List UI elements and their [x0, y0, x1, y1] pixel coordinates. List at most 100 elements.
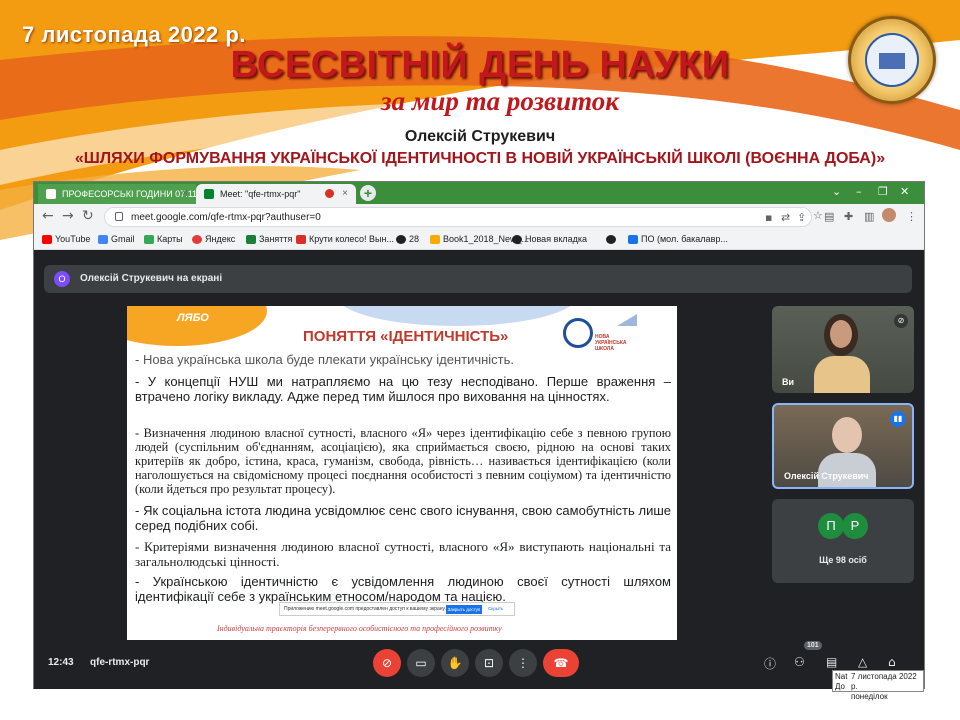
bookmark-28[interactable]: 28 — [396, 234, 419, 244]
more-participants-tile[interactable]: П Р Ще 98 осіб — [772, 499, 914, 583]
reading-list-icon[interactable]: ▤ — [824, 210, 834, 223]
slide-text-line: - Критеріями визначення людиною власної … — [135, 539, 671, 569]
reload-icon[interactable]: ↻ — [82, 208, 94, 224]
side-panel-icon[interactable]: ▥ — [864, 210, 874, 223]
close-icon[interactable]: × — [342, 188, 348, 199]
globe-icon — [512, 235, 522, 244]
back-icon[interactable]: ← — [42, 208, 54, 224]
meeting-code: qfe-rtmx-pqr — [90, 657, 150, 668]
meet-area: О Олексій Струкевич на екрані ЛЯБО ПОНЯТ… — [34, 251, 924, 689]
tab-label: Meet: "qfe-rtmx-pqr" — [220, 189, 301, 199]
meeting-clock: 12:43 — [48, 657, 74, 668]
participant-face — [830, 320, 852, 348]
host-controls-icon[interactable]: ⌂ — [888, 655, 896, 669]
participant-avatar: П — [818, 513, 844, 539]
bookmark-classes[interactable]: Заняття — [246, 234, 292, 244]
new-tab-button[interactable]: + — [360, 185, 376, 201]
slide-title: ВСЕСВІТНІЙ ДЕНЬ НАУКИ — [230, 44, 730, 86]
participant-avatar: Р — [842, 513, 868, 539]
drive-icon — [628, 235, 638, 244]
paper-plane-icon — [617, 314, 637, 326]
participant-name: Олексій Струкевич — [784, 471, 869, 481]
chat-icon[interactable]: ▤ — [826, 655, 837, 669]
activities-icon[interactable]: △ — [858, 655, 867, 669]
participant-tile-self[interactable]: ⊘ Ви — [772, 306, 914, 393]
bookmark-new-tab[interactable]: Новая вкладка — [512, 234, 587, 244]
participant-name: Ви — [782, 377, 795, 387]
camera-icon: ▭ — [415, 656, 427, 670]
more-icon: ⋮ — [517, 656, 529, 670]
file-icon — [430, 235, 440, 244]
participant-tile-presenter[interactable]: ▮▮ Олексій Струкевич — [772, 403, 914, 489]
slide-text-line: - Як соціальна істота людина усвідомлює … — [135, 503, 671, 533]
building-icon — [879, 53, 905, 69]
school-logo: ЛЯБО — [177, 312, 209, 324]
bookmarks-bar: YouTube Gmail Карты Яндекс Заняття Крути… — [34, 230, 924, 250]
shared-slide-heading: ПОНЯТТЯ «ІДЕНТИЧНІСТЬ» — [303, 328, 509, 345]
present-button[interactable]: ⊡ — [475, 649, 503, 677]
slide-text-line: - Визначення людиною власної сутності, в… — [135, 426, 671, 496]
google-icon — [98, 235, 108, 244]
speaking-icon: ▮▮ — [890, 411, 906, 427]
meet-icon — [204, 189, 214, 199]
star-icon[interactable]: ☆ — [813, 209, 823, 222]
youtube-icon — [42, 235, 52, 244]
translate-icon[interactable]: ⇄ — [781, 211, 790, 224]
presenting-banner: О Олексій Струкевич на екрані — [44, 265, 912, 293]
restore-icon[interactable]: ❐ — [878, 185, 888, 198]
mic-off-icon: ⊘ — [894, 314, 908, 328]
tooltip-left-text: Nat До — [835, 672, 848, 691]
hand-icon: ✋ — [447, 656, 463, 670]
classroom-icon — [246, 235, 256, 244]
raise-hand-button[interactable]: ✋ — [441, 649, 469, 677]
camera-button[interactable]: ▭ — [407, 649, 435, 677]
info-icon[interactable]: ⓘ — [764, 655, 776, 672]
slide-text-line: - Українською ідентичністю є усвідомленн… — [135, 574, 671, 604]
browser-toolbar: ← → ↻ meet.google.com/qfe-rtmx-pqr?authu… — [34, 204, 924, 230]
tab-bar: ПРОФЕСОРСЬКІ ГОДИНИ 07.11... × Meet: "qf… — [34, 182, 924, 204]
tab-search-icon[interactable]: ⌄ — [832, 185, 841, 198]
profile-avatar[interactable] — [882, 208, 896, 222]
minimize-icon[interactable]: – — [856, 185, 862, 198]
close-icon[interactable]: × — [182, 188, 188, 199]
leave-call-button[interactable]: ☎ — [543, 649, 579, 677]
tooltip-weekday: понеділок — [851, 692, 888, 701]
people-icon[interactable]: ⚇ — [794, 655, 805, 669]
more-options-button[interactable]: ⋮ — [509, 649, 537, 677]
present-icon: ⊡ — [483, 656, 495, 670]
recording-icon — [325, 189, 334, 198]
notification-text: Приложению meet.google.com предоставлен … — [284, 606, 446, 612]
presenter-avatar: О — [54, 271, 70, 287]
share-icon[interactable]: ⇪ — [797, 211, 806, 224]
screen-share-notification: Приложению meet.google.com предоставлен … — [279, 602, 515, 616]
bookmark-youtube[interactable]: YouTube — [42, 234, 90, 244]
hide-notification-link[interactable]: Скрыть — [488, 606, 503, 611]
bookmark-wheel[interactable]: Крути колесо! Вын... — [296, 234, 394, 244]
address-bar[interactable]: meet.google.com/qfe-rtmx-pqr?authuser=0 … — [104, 207, 823, 227]
close-window-icon[interactable]: ✕ — [900, 185, 909, 198]
forward-icon[interactable]: → — [62, 208, 74, 224]
menu-icon[interactable]: ⋮ — [906, 210, 917, 223]
globe-icon — [396, 235, 406, 244]
mic-off-button[interactable]: ⊘ — [373, 649, 401, 677]
globe-icon — [606, 235, 616, 244]
extensions-icon[interactable]: ✚ — [844, 210, 853, 223]
bookmark-yandex[interactable]: Яндекс — [192, 234, 235, 244]
presenting-text: Олексій Струкевич на екрані — [80, 273, 223, 284]
tab-label: ПРОФЕСОРСЬКІ ГОДИНИ 07.11... — [62, 189, 196, 199]
classroom-icon — [46, 189, 56, 199]
meet-control-bar: 12:43 qfe-rtmx-pqr ⊘ ▭ ✋ ⊡ ⋮ ☎ ⓘ 101 ⚇ ▤… — [34, 637, 924, 687]
talk-title: «ШЛЯХИ ФОРМУВАННЯ УКРАЇНСЬКОЇ ІДЕНТИЧНОС… — [74, 150, 886, 167]
tab-meet[interactable]: Meet: "qfe-rtmx-pqr" × — [196, 184, 356, 204]
shared-slide-footer: Індивідуальна траєкторія безперервного о… — [217, 624, 502, 633]
bookmark-drive[interactable]: ПО (мол. бакалавр... — [628, 234, 728, 244]
camera-icon[interactable]: ▪ — [765, 211, 772, 224]
tab-professor-hours[interactable]: ПРОФЕСОРСЬКІ ГОДИНИ 07.11... × — [38, 184, 196, 204]
participant-body — [814, 356, 870, 393]
bookmark-gmail[interactable]: Gmail — [98, 234, 135, 244]
tooltip-date: 7 листопада 2022 р. — [851, 672, 917, 691]
stop-sharing-button[interactable]: Закрыть доступ — [446, 605, 482, 614]
maps-icon — [144, 235, 154, 244]
slide-subtitle: за мир та розвиток — [381, 86, 619, 116]
bookmark-maps[interactable]: Карты — [144, 234, 183, 244]
